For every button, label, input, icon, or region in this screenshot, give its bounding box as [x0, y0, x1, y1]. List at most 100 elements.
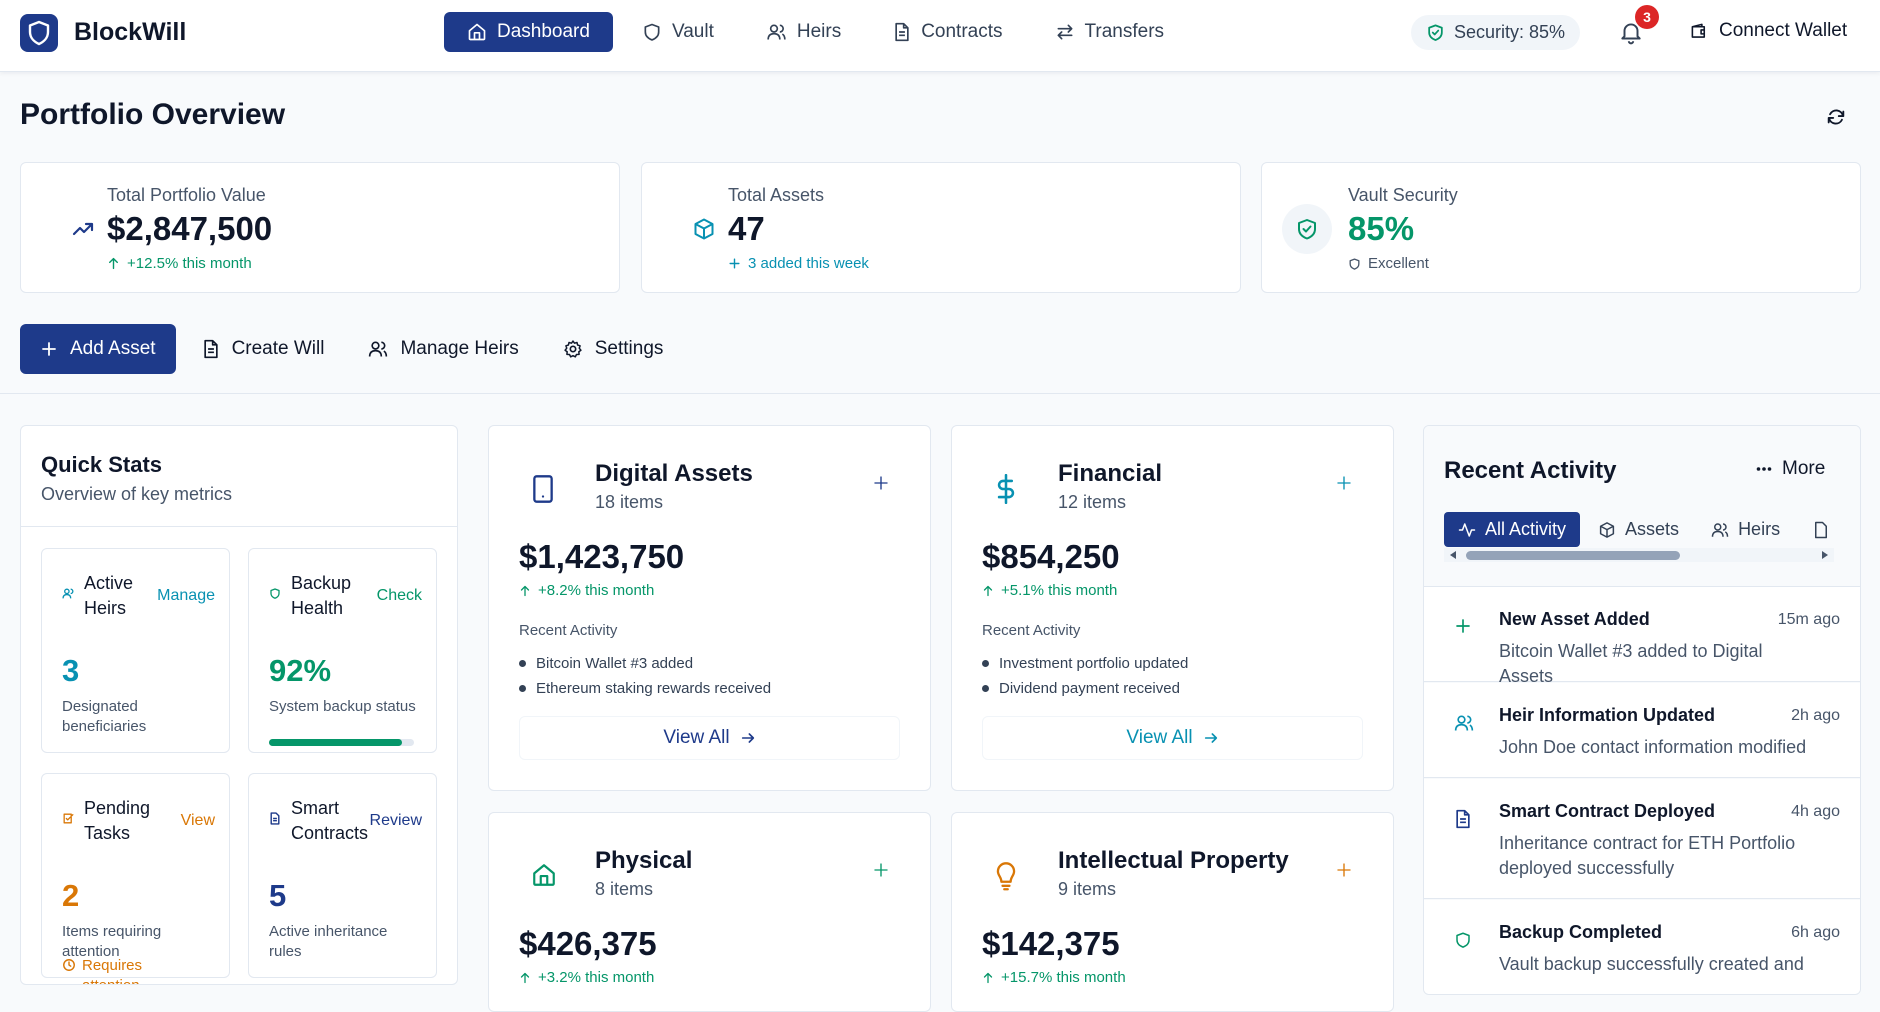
users-icon [62, 588, 74, 599]
scrollbar-thumb[interactable] [1466, 551, 1680, 560]
stat-value: 3 [62, 653, 80, 688]
arrow-up-icon [983, 585, 993, 596]
list-item: Investment portfolio updated [982, 651, 1188, 676]
metric-change-text: 3 added this week [748, 255, 869, 272]
manage-heirs-button[interactable]: Manage Heirs [346, 324, 536, 374]
stat-card-backup-health: Backup Health Check 92% System backup st… [248, 548, 437, 753]
add-financial-asset-icon[interactable] [1335, 474, 1353, 492]
stat-description: System backup status [269, 698, 416, 715]
home-icon [468, 23, 486, 41]
more-dots-icon [1756, 467, 1772, 471]
arrow-right-icon [1204, 733, 1217, 743]
metric-label: Total Assets [728, 185, 825, 205]
shield-check-icon [1428, 24, 1443, 41]
document-icon [203, 339, 218, 359]
check-backup-link[interactable]: Check [377, 587, 422, 605]
activity-text: Ethereum staking rewards received [536, 680, 772, 697]
asset-category-change: +5.1% this month [982, 582, 1117, 599]
recent-activity-title: Recent Activity [1444, 457, 1617, 484]
page-title: Portfolio Overview [20, 98, 286, 131]
metric-status: Excellent [1348, 255, 1429, 272]
refresh-icon[interactable] [1825, 106, 1847, 128]
activity-item[interactable]: Heir Information Updated 2h ago John Doe… [1424, 683, 1860, 778]
document-icon [270, 812, 280, 825]
asset-change-text: +15.7% this month [1001, 969, 1126, 986]
add-physical-asset-icon[interactable] [872, 861, 890, 879]
activity-time: 2h ago [1791, 707, 1840, 724]
more-button[interactable]: More [1756, 458, 1825, 480]
stat-title: Pending Tasks [84, 798, 151, 843]
settings-button[interactable]: Settings [541, 324, 682, 374]
list-item: Dividend payment received [982, 676, 1188, 701]
add-ip-asset-icon[interactable] [1335, 861, 1353, 879]
activity-title: Smart Contract Deployed [1499, 801, 1716, 821]
shield-icon [644, 23, 660, 41]
cube-icon [694, 218, 714, 240]
asset-category-name: Digital Assets [595, 460, 753, 487]
nav-transfers[interactable]: Transfers [1032, 12, 1188, 52]
create-will-button[interactable]: Create Will [180, 324, 343, 374]
activity-item[interactable]: Backup Completed 6h ago Vault backup suc… [1424, 900, 1860, 994]
top-navigation-bar: BlockWill Dashboard Vault Heirs Contract… [0, 0, 1880, 72]
activity-item[interactable]: New Asset Added 15m ago Bitcoin Wallet #… [1424, 587, 1860, 686]
review-contracts-link[interactable]: Review [370, 812, 422, 830]
section-divider [0, 393, 1880, 394]
document-icon [1456, 809, 1470, 829]
metric-change: +12.5% this month [107, 255, 252, 272]
metric-card-total-assets: Total Assets 47 3 added this week [641, 162, 1241, 293]
stat-card-active-heirs: Active Heirs Manage 3 Designated benefic… [41, 548, 230, 753]
stat-card-smart-contracts: Smart Contracts Review 5 Active inherita… [248, 773, 437, 978]
brand-logo[interactable] [20, 14, 58, 52]
asset-category-name: Financial [1058, 460, 1163, 487]
metric-value: $2,847,500 [107, 210, 273, 247]
metric-value: 47 [728, 210, 765, 247]
nav-contracts[interactable]: Contracts [870, 12, 1025, 52]
view-tasks-link[interactable]: View [181, 812, 215, 830]
activity-time: 4h ago [1791, 803, 1840, 820]
tab-label: Heirs [1738, 519, 1781, 539]
tabs-scrollbar[interactable] [1444, 548, 1834, 562]
wallet-icon [1691, 23, 1706, 38]
tab-heirs[interactable]: Heirs [1697, 512, 1794, 547]
connect-wallet-button[interactable]: Connect Wallet [1690, 20, 1847, 42]
users-icon [1711, 522, 1729, 537]
notification-badge: 3 [1635, 5, 1659, 29]
activity-description: Inheritance contract for ETH Portfolio d… [1499, 833, 1796, 878]
recent-activity-label: Recent Activity [519, 622, 618, 639]
scroll-left-icon[interactable] [1448, 550, 1458, 560]
nav-dashboard[interactable]: Dashboard [444, 12, 613, 52]
tab-label: Assets [1625, 519, 1680, 539]
add-digital-asset-icon[interactable] [872, 474, 890, 492]
nav-vault-label: Vault [671, 21, 714, 42]
activity-title: Heir Information Updated [1499, 705, 1716, 725]
asset-change-text: +3.2% this month [538, 969, 655, 986]
view-all-digital-button[interactable]: View All [519, 716, 900, 760]
home-icon [533, 864, 555, 886]
users-icon [767, 24, 786, 40]
metric-change-text: +12.5% this month [127, 255, 252, 272]
nav-heirs[interactable]: Heirs [743, 12, 864, 52]
security-status-pill[interactable]: Security: 85% [1411, 15, 1581, 50]
view-all-financial-button[interactable]: View All [982, 716, 1363, 760]
asset-card-intellectual-property: Intellectual Property 9 items $142,375 +… [951, 812, 1394, 1012]
add-asset-button[interactable]: Add Asset [20, 324, 176, 374]
asset-category-value: $1,423,750 [519, 538, 685, 575]
manage-heirs-link[interactable]: Manage [157, 587, 215, 605]
metric-card-portfolio-value: Total Portfolio Value $2,847,500 +12.5% … [20, 162, 620, 293]
activity-time: 15m ago [1777, 611, 1840, 628]
add-asset-label: Add Asset [70, 338, 156, 359]
asset-change-text: +8.2% this month [538, 582, 655, 599]
metric-value: 85% [1348, 210, 1415, 247]
tab-assets[interactable]: Assets [1584, 512, 1693, 547]
tab-all-activity[interactable]: All Activity [1444, 512, 1581, 547]
tab-more-hidden[interactable] [1798, 512, 1834, 547]
lightbulb-icon [996, 862, 1016, 891]
activity-description: Vault backup successfully created and [1499, 954, 1804, 974]
asset-category-value: $426,375 [519, 925, 657, 962]
scroll-right-icon[interactable] [1820, 550, 1830, 560]
shield-icon [270, 588, 280, 599]
nav-vault[interactable]: Vault [619, 12, 737, 52]
backup-progress-fill [269, 739, 403, 746]
asset-category-value: $854,250 [982, 538, 1120, 575]
activity-item[interactable]: Smart Contract Deployed 4h ago Inheritan… [1424, 779, 1860, 899]
